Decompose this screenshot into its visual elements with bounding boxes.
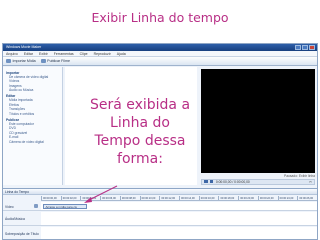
overlay-line: Tempo dessa <box>94 133 186 149</box>
overlay-line: forma: <box>117 151 163 167</box>
publish-movie-label: Publicar Filme <box>47 59 70 63</box>
overlay-line: Será exibida a <box>89 97 191 113</box>
slide-title: Exibir Linha do tempo <box>91 10 229 25</box>
timeline-ruler[interactable]: 00:00:00,00 00:00:02,00 00:00:04,00 00:0… <box>41 196 317 201</box>
minimize-button[interactable] <box>295 45 301 50</box>
task-item[interactable]: Áudio ou Música <box>6 88 59 92</box>
window-title: Windows Movie Maker <box>6 45 42 49</box>
timeline-mode-label[interactable]: Linha do Tempo <box>5 190 29 194</box>
import-icon <box>6 59 11 63</box>
window-titlebar: Windows Movie Maker <box>3 44 317 51</box>
ruler-tick: 00:00:20,00 <box>238 196 258 200</box>
overlay-caption: Será exibida a Linha do Tempo dessa form… <box>80 96 200 168</box>
publish-icon <box>40 59 46 63</box>
task-item[interactable]: Títulos e créditos <box>6 112 59 116</box>
toolbar: Importar Mídia Publicar Filme <box>3 57 317 66</box>
play-icon[interactable] <box>204 180 208 183</box>
audio-track-area[interactable] <box>41 212 317 225</box>
close-button[interactable] <box>309 45 315 50</box>
audio-track: Áudio/Música <box>3 212 317 226</box>
preview-status: Pausado: Exibir linha <box>284 174 315 178</box>
video-track: Vídeo Arraste a mídia para cá <box>3 202 317 211</box>
publish-movie-button[interactable]: Publicar Filme <box>40 59 70 63</box>
ruler-tick: 00:00:10,00 <box>139 196 160 200</box>
tasks-pane: Importar De câmera de vídeo digital Víde… <box>3 67 63 185</box>
ruler-tick: 00:00:26,00 <box>297 196 317 200</box>
expand-track-icon[interactable] <box>34 204 38 208</box>
menu-clipe[interactable]: Clipe <box>80 51 88 56</box>
menu-ferramentas[interactable]: Ferramentas <box>54 51 74 56</box>
overlay-line: Linha do <box>110 115 170 131</box>
stop-icon[interactable] <box>209 180 214 183</box>
preview-controls: 0:00:00,00 / 0:00:00,00 ✂ <box>201 179 315 185</box>
ruler-tick: 00:00:14,00 <box>179 196 199 200</box>
title-overlay-track-label: Sobreposição de Título <box>5 232 39 236</box>
ruler-tick: 00:00:06,00 <box>100 196 120 200</box>
drop-media-clip[interactable]: Arraste a mídia para cá <box>43 203 87 209</box>
ruler-tick: 00:00:24,00 <box>277 196 298 200</box>
split-icon[interactable]: ✂ <box>309 180 312 185</box>
timeline-panel: Linha do Tempo 00:00:00,00 00:00:02,00 0… <box>3 188 317 239</box>
video-track-label: Vídeo <box>5 204 14 209</box>
ruler-tick: 00:00:08,00 <box>119 196 140 200</box>
menu-editar[interactable]: Editar <box>24 51 33 56</box>
menu-ajuda[interactable]: Ajuda <box>117 51 126 56</box>
ruler-tick: 00:00:04,00 <box>80 196 100 200</box>
title-overlay-track-area[interactable] <box>41 227 317 239</box>
import-media-label: Importar Mídia <box>12 59 36 63</box>
ruler-tick: 00:00:18,00 <box>218 196 238 200</box>
ruler-tick: 00:00:00,00 <box>41 196 61 200</box>
menu-arquivo[interactable]: Arquivo <box>6 51 18 56</box>
audio-track-label: Áudio/Música <box>5 217 25 221</box>
task-item[interactable]: Câmera de vídeo digital <box>6 140 59 144</box>
menu-reproduzir[interactable]: Reproduzir <box>94 51 111 56</box>
ruler-tick: 00:00:22,00 <box>257 196 278 200</box>
ruler-tick: 00:00:16,00 <box>198 196 219 200</box>
ruler-tick: 00:00:02,00 <box>60 196 81 200</box>
title-overlay-track: Sobreposição de Título <box>3 227 317 239</box>
timeline-toolbar: Linha do Tempo <box>3 189 317 195</box>
ruler-tick: 00:00:12,00 <box>159 196 179 200</box>
import-media-button[interactable]: Importar Mídia <box>6 59 36 63</box>
maximize-button[interactable] <box>302 45 308 50</box>
preview-time: 0:00:00,00 / 0:00:00,00 <box>215 180 250 184</box>
preview-monitor <box>201 69 315 173</box>
menu-exibir[interactable]: Exibir <box>39 51 48 56</box>
